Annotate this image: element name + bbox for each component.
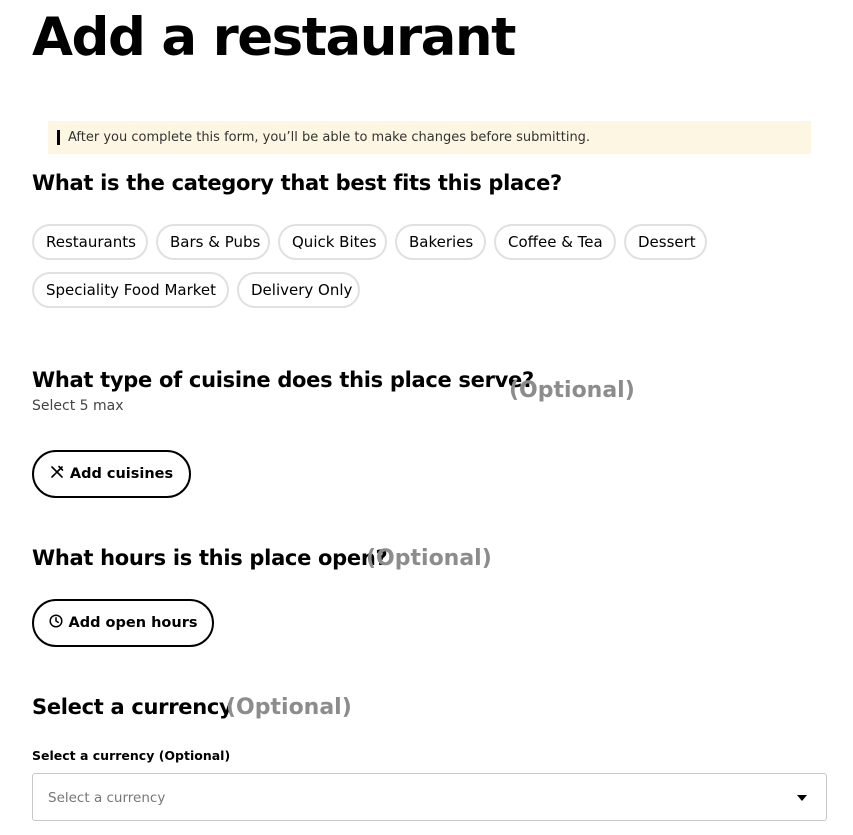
category-chip-restaurants[interactable]: Restaurants xyxy=(32,224,148,260)
category-chip-quick-bites[interactable]: Quick Bites xyxy=(278,224,387,260)
add-open-hours-button[interactable]: Add open hours xyxy=(32,599,214,647)
category-chip-coffee-tea[interactable]: Coffee & Tea xyxy=(494,224,616,260)
notice-text: After you complete this form, you’ll be … xyxy=(68,130,591,145)
page-title: Add a restaurant xyxy=(32,7,517,68)
clock-icon xyxy=(48,614,63,632)
category-chip-bars-pubs[interactable]: Bars & Pubs xyxy=(156,224,270,260)
category-chip-speciality-food-market[interactable]: Speciality Food Market xyxy=(32,272,229,308)
currency-question: Select a currency xyxy=(32,695,233,719)
currency-optional-tag: (Optional) xyxy=(226,695,352,720)
add-cuisines-button[interactable]: Add cuisines xyxy=(32,450,191,498)
add-cuisines-label: Add cuisines xyxy=(69,466,174,482)
cuisine-optional-tag: (Optional) xyxy=(509,378,635,403)
add-open-hours-label: Add open hours xyxy=(68,615,198,631)
hours-optional-tag: (Optional) xyxy=(366,546,492,571)
notice-accent-bar xyxy=(57,130,60,145)
category-chip-bakeries[interactable]: Bakeries xyxy=(395,224,486,260)
category-chip-dessert[interactable]: Dessert xyxy=(624,224,707,260)
caret-down-icon xyxy=(797,795,807,801)
currency-field-label: Select a currency (Optional) xyxy=(32,748,231,763)
currency-select[interactable]: Select a currency xyxy=(32,773,827,821)
hours-question: What hours is this place open? xyxy=(32,546,388,570)
category-chip-delivery-only[interactable]: Delivery Only xyxy=(237,272,360,308)
info-notice: After you complete this form, you’ll be … xyxy=(48,121,811,154)
cuisine-hint: Select 5 max xyxy=(32,398,124,414)
cuisine-question: What type of cuisine does this place ser… xyxy=(32,368,534,392)
utensils-icon xyxy=(50,465,64,483)
currency-select-placeholder: Select a currency xyxy=(48,790,166,806)
category-question: What is the category that best fits this… xyxy=(32,171,562,195)
